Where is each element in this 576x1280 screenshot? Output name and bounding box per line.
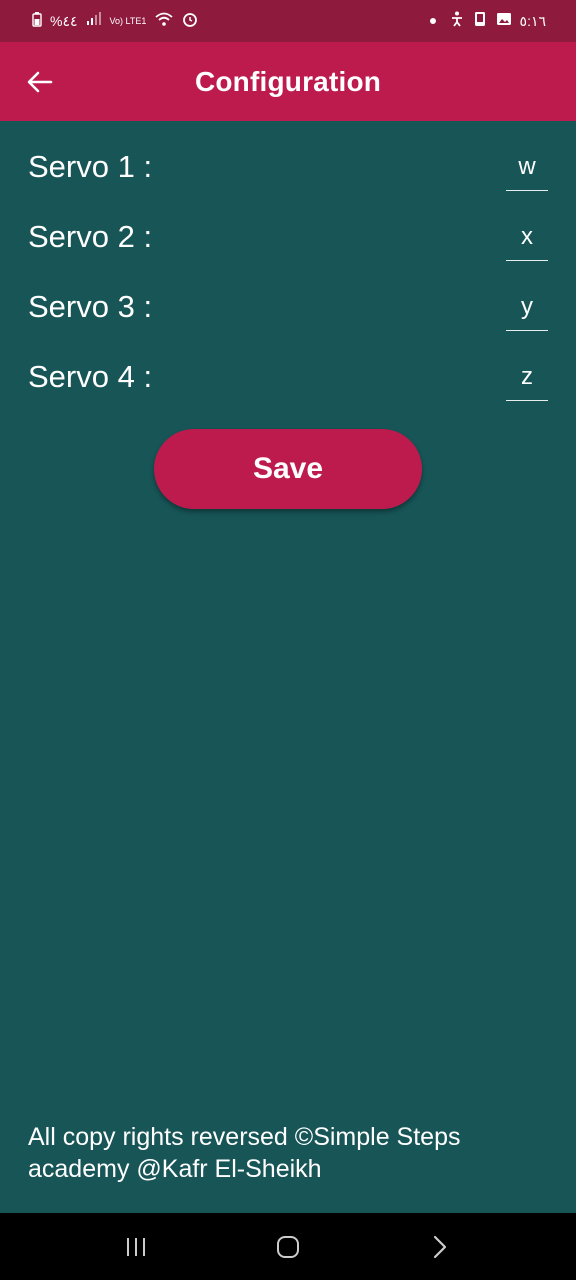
servo-row-4: Servo 4 : [0,331,576,401]
wifi-icon [154,11,174,31]
servo-3-input[interactable] [506,292,548,321]
servo-2-input[interactable] [506,222,548,251]
servo-1-field[interactable] [506,143,548,191]
servo-2-label: Servo 2 : [28,219,153,254]
servo-row-3: Servo 3 : [0,261,576,331]
servo-3-field[interactable] [506,283,548,331]
app-bar: Configuration [0,42,576,121]
arrow-left-icon [27,71,53,93]
system-nav-bar [0,1213,576,1280]
signal-icon [86,12,102,30]
servo-2-field[interactable] [506,213,548,261]
servo-4-field[interactable] [506,353,548,401]
servo-row-2: Servo 2 : [0,191,576,261]
save-button[interactable]: Save [154,429,422,509]
notification-dot-icon [429,18,436,24]
servo-1-label: Servo 1 : [28,149,153,184]
home-icon [277,1235,299,1258]
status-left: %٤٤ Vo) LTE1 [32,11,198,31]
battery-percent: %٤٤ [50,13,78,29]
status-right: ٥:١٦ [429,11,546,31]
footer-copyright: All copy rights reversed ©Simple Steps a… [28,1123,461,1183]
phone-screen-icon [472,11,488,31]
status-bar: %٤٤ Vo) LTE1 ٥:١٦ [0,0,576,42]
alarm-icon [182,11,198,31]
status-time: ٥:١٦ [519,13,546,29]
recent-apps-icon [127,1237,145,1256]
battery-icon [32,11,42,31]
servo-1-input[interactable] [506,152,548,181]
accessibility-icon [450,11,464,31]
servo-3-label: Servo 3 : [28,289,153,324]
recent-apps-button[interactable] [112,1223,160,1271]
gallery-icon [496,11,512,31]
page-title: Configuration [194,65,382,97]
back-nav-button[interactable] [416,1223,464,1271]
servo-row-1: Servo 1 : [0,121,576,191]
servo-config-form: Servo 1 : Servo 2 : Servo 3 : Servo 4 : [0,121,576,401]
network-label: Vo) LTE1 [109,15,147,26]
servo-4-label: Servo 4 : [28,359,153,394]
back-button[interactable] [24,62,56,102]
servo-4-input[interactable] [506,362,548,391]
chevron-right-icon [433,1235,447,1258]
home-button[interactable] [264,1223,312,1271]
